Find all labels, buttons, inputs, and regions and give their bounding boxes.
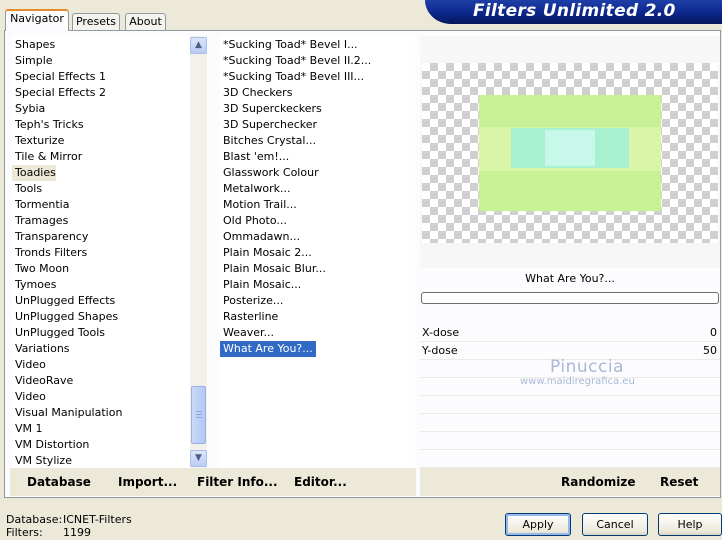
navigator-toolbar: Database Import... Filter Info... Editor… bbox=[10, 468, 416, 496]
list-item[interactable]: What Are You?... bbox=[220, 341, 316, 357]
app-title: Filters Unlimited 2.0 bbox=[473, 1, 676, 21]
scroll-down-button[interactable]: ▼ bbox=[190, 450, 207, 467]
list-item[interactable]: *Sucking Toad* Bevel II.2... bbox=[220, 53, 371, 69]
param-row-empty bbox=[420, 415, 720, 432]
app-title-banner: Filters Unlimited 2.0 bbox=[425, 0, 722, 24]
list-item[interactable]: Video bbox=[12, 389, 46, 405]
list-item[interactable]: Shapes bbox=[12, 37, 55, 53]
list-item[interactable]: Variations bbox=[12, 341, 70, 357]
list-item[interactable]: Bitches Crystal... bbox=[220, 133, 316, 149]
param-row-empty bbox=[420, 433, 720, 450]
list-item[interactable]: *Sucking Toad* Bevel I... bbox=[220, 37, 358, 53]
list-item[interactable]: VM 1 bbox=[12, 421, 43, 437]
list-item[interactable]: Metalwork... bbox=[220, 181, 290, 197]
filters-count-value: 1199 bbox=[63, 526, 91, 539]
list-item[interactable]: Tronds Filters bbox=[12, 245, 87, 261]
list-item[interactable]: Transparency bbox=[12, 229, 88, 245]
param-x-dose[interactable]: X-dose 0 bbox=[420, 325, 720, 342]
list-item[interactable]: Rasterline bbox=[220, 309, 278, 325]
apply-button[interactable]: Apply bbox=[505, 513, 571, 536]
cancel-button[interactable]: Cancel bbox=[582, 513, 648, 536]
list-item[interactable]: Special Effects 2 bbox=[12, 85, 106, 101]
list-item[interactable]: VM Distortion bbox=[12, 437, 89, 453]
watermark-name: Pinuccia bbox=[550, 357, 624, 377]
list-item[interactable]: Sybia bbox=[12, 101, 45, 117]
list-item[interactable]: UnPlugged Effects bbox=[12, 293, 115, 309]
list-item[interactable]: Old Photo... bbox=[220, 213, 287, 229]
list-item[interactable]: Plain Mosaic... bbox=[220, 277, 301, 293]
scroll-thumb[interactable] bbox=[191, 386, 206, 444]
param-row-empty bbox=[420, 397, 720, 414]
list-item[interactable]: *Sucking Toad* Bevel III... bbox=[220, 69, 364, 85]
category-list[interactable]: Shapes Simple Special Effects 1 Special Eff… bbox=[12, 36, 190, 468]
param-label: X-dose bbox=[422, 326, 460, 339]
list-item[interactable]: 3D Superchecker bbox=[220, 117, 317, 133]
list-item[interactable]: Tymoes bbox=[12, 277, 56, 293]
database-label: Database: bbox=[6, 513, 63, 526]
list-item[interactable]: Tile & Mirror bbox=[12, 149, 82, 165]
filter-info-button[interactable]: Filter Info... bbox=[197, 475, 278, 489]
list-item[interactable]: 3D Checkers bbox=[220, 85, 292, 101]
import-button[interactable]: Import... bbox=[118, 475, 177, 489]
list-item[interactable]: 3D Superckeckers bbox=[220, 101, 322, 117]
scroll-up-button[interactable]: ▲ bbox=[190, 37, 207, 54]
help-button[interactable]: Help bbox=[658, 513, 722, 536]
list-item[interactable]: Plain Mosaic 2... bbox=[220, 245, 312, 261]
list-item[interactable]: Tools bbox=[12, 181, 42, 197]
list-item[interactable]: Two Moon bbox=[12, 261, 69, 277]
list-item[interactable]: Tormentia bbox=[12, 197, 69, 213]
list-item[interactable]: Texturize bbox=[12, 133, 64, 149]
tab-about[interactable]: About bbox=[125, 13, 166, 30]
filters-count-label: Filters: bbox=[6, 526, 43, 539]
list-item[interactable]: Posterize... bbox=[220, 293, 283, 309]
database-value: ICNET-Filters bbox=[63, 513, 132, 526]
tab-navigator[interactable]: Navigator bbox=[5, 9, 69, 31]
param-label: Y-dose bbox=[422, 344, 458, 357]
preview-toolbar: Randomize Reset bbox=[420, 468, 720, 496]
list-item[interactable]: UnPlugged Shapes bbox=[12, 309, 118, 325]
list-item[interactable]: Simple bbox=[12, 53, 53, 69]
list-item[interactable]: Video bbox=[12, 357, 46, 373]
list-item[interactable]: Tramages bbox=[12, 213, 68, 229]
progress-bar bbox=[421, 292, 719, 304]
list-item[interactable]: Toadies bbox=[12, 165, 56, 181]
list-item[interactable]: UnPlugged Tools bbox=[12, 325, 105, 341]
list-item[interactable]: Special Effects 1 bbox=[12, 69, 106, 85]
list-item[interactable]: Plain Mosaic Blur... bbox=[220, 261, 326, 277]
param-value: 0 bbox=[710, 326, 717, 339]
param-value: 50 bbox=[703, 344, 717, 357]
list-item[interactable]: Weaver... bbox=[220, 325, 274, 341]
list-item[interactable]: Motion Trail... bbox=[220, 197, 297, 213]
watermark-url: www.maidiregrafica.eu bbox=[520, 376, 635, 387]
list-item[interactable]: Blast 'em!... bbox=[220, 149, 289, 165]
filter-list[interactable]: *Sucking Toad* Bevel I... *Sucking Toad* … bbox=[220, 36, 415, 468]
tab-presets[interactable]: Presets bbox=[72, 13, 120, 30]
list-item[interactable]: VideoRave bbox=[12, 373, 73, 389]
preview-filter-name: What Are You?... bbox=[525, 272, 615, 285]
editor-button[interactable]: Editor... bbox=[294, 475, 347, 489]
param-row-empty bbox=[420, 451, 720, 468]
list-item[interactable]: Teph's Tricks bbox=[12, 117, 84, 133]
list-item[interactable]: Glasswork Colour bbox=[220, 165, 319, 181]
list-item[interactable]: Visual Manipulation bbox=[12, 405, 122, 421]
reset-button[interactable]: Reset bbox=[660, 475, 698, 489]
randomize-button[interactable]: Randomize bbox=[561, 475, 635, 489]
list-item[interactable]: Ommadawn... bbox=[220, 229, 300, 245]
list-item[interactable]: VM Stylize bbox=[12, 453, 72, 468]
category-scrollbar[interactable]: ▲ ▼ bbox=[190, 36, 207, 468]
database-button[interactable]: Database bbox=[27, 475, 91, 489]
